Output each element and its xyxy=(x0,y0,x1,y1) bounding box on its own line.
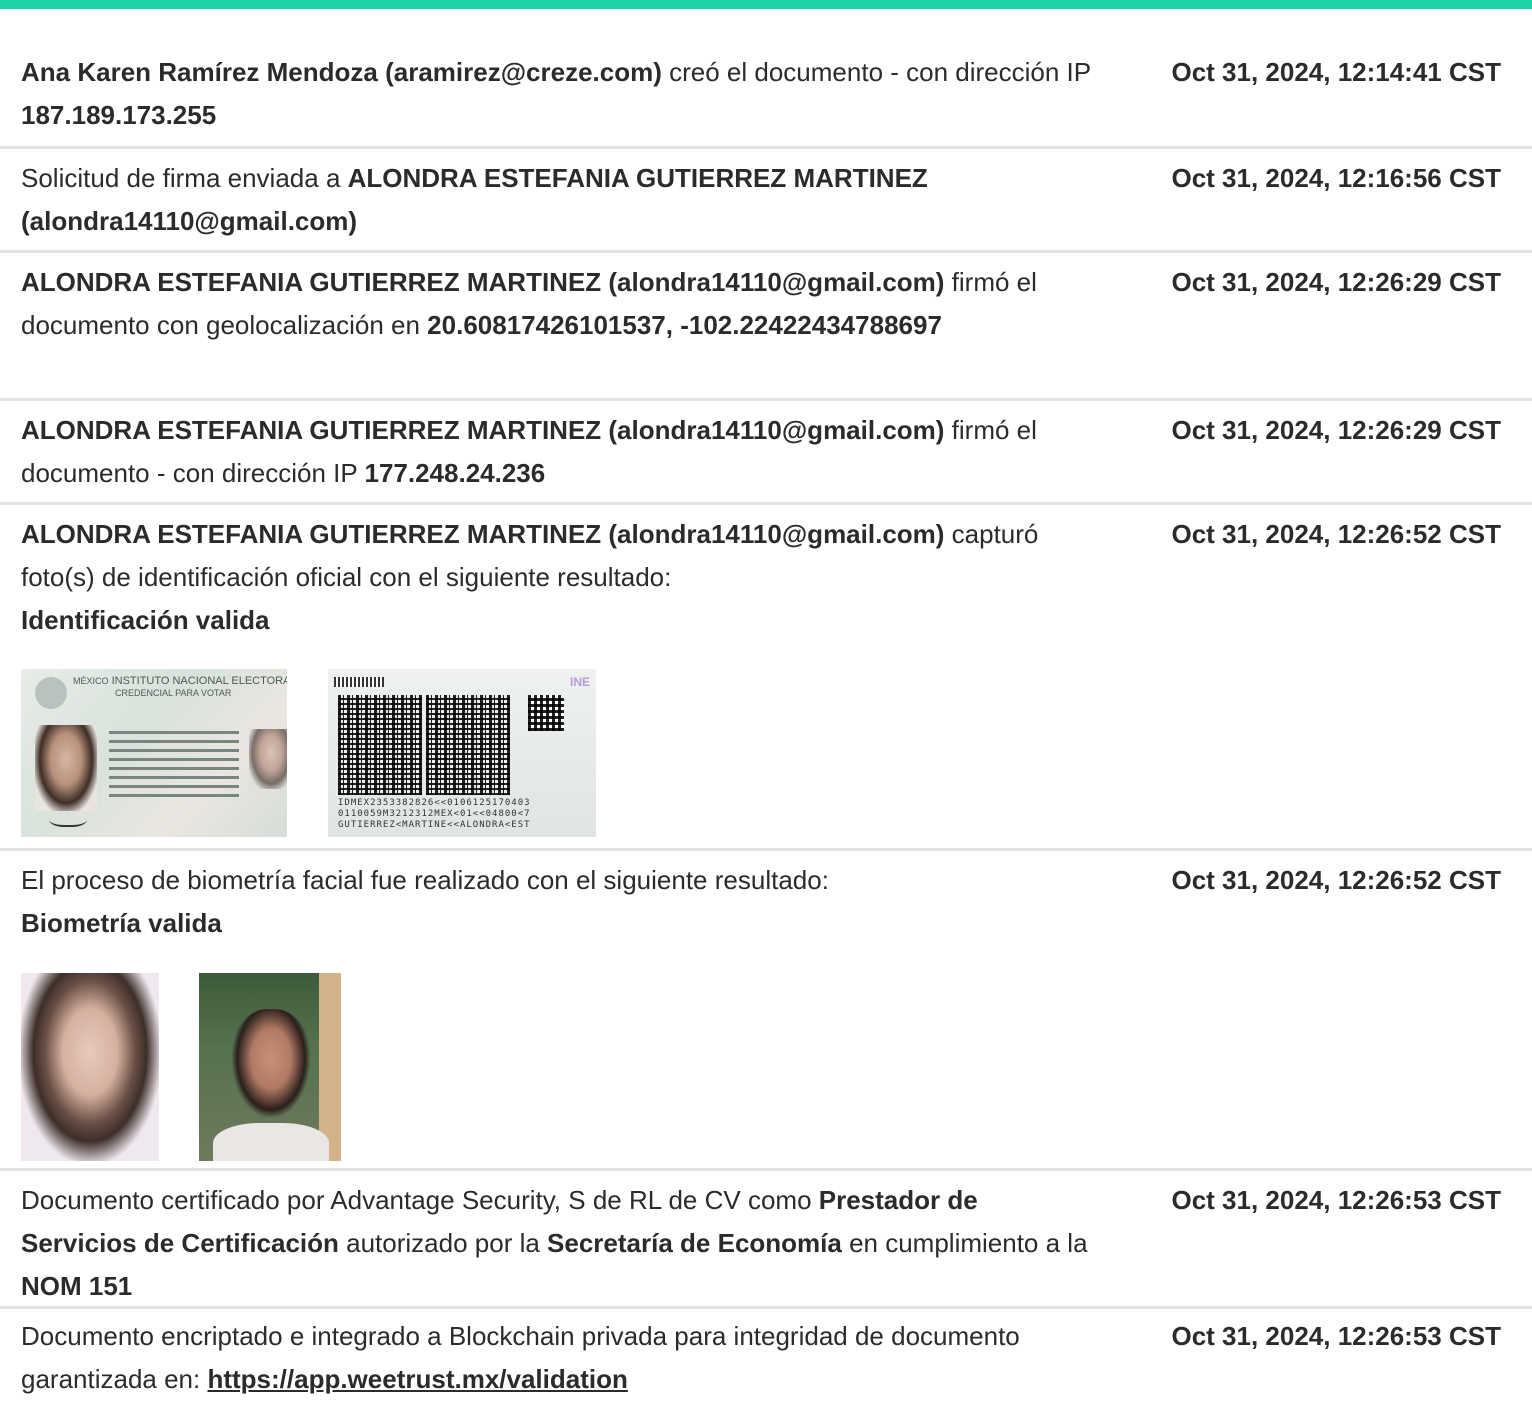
log-entry-biometrics: El proceso de biometría facial fue reali… xyxy=(0,851,1532,1171)
log-entry-signed-geolocation: ALONDRA ESTEFANIA GUTIERREZ MARTINEZ (al… xyxy=(0,253,1532,401)
bold-segment: Biometría valida xyxy=(21,908,222,938)
text-segment: Solicitud de firma enviada a xyxy=(21,163,348,193)
qr-code-right xyxy=(426,695,510,795)
log-entry-certified: Documento certificado por Advantage Secu… xyxy=(0,1171,1532,1309)
log-entry-signed-ip: ALONDRA ESTEFANIA GUTIERREZ MARTINEZ (al… xyxy=(0,401,1532,505)
log-entry-signature-request: Solicitud de firma enviada a ALONDRA EST… xyxy=(0,149,1532,253)
entry-description: ALONDRA ESTEFANIA GUTIERREZ MARTINEZ (al… xyxy=(21,513,1096,642)
text-segment: creó el documento - con dirección IP xyxy=(661,57,1091,87)
bold-segment: ALONDRA ESTEFANIA GUTIERREZ MARTINEZ (al… xyxy=(21,415,945,445)
entry-description: Documento encriptado e integrado a Block… xyxy=(21,1315,1096,1401)
signature-mark xyxy=(49,809,87,827)
text-segment: Documento certificado por Advantage Secu… xyxy=(21,1185,819,1215)
entry-timestamp: Oct 31, 2024, 12:26:52 CST xyxy=(1171,519,1501,549)
id-portrait-photo xyxy=(35,725,97,811)
text-segment: autorizado por la xyxy=(338,1228,548,1258)
id-face-photo xyxy=(21,973,159,1161)
selfie-photo xyxy=(199,973,341,1161)
entry-description: ALONDRA ESTEFANIA GUTIERREZ MARTINEZ (al… xyxy=(21,261,1096,347)
bold-segment: Secretaría de Economía xyxy=(547,1228,842,1258)
bold-segment: Ana Karen Ramírez Mendoza (aramirez@crez… xyxy=(21,57,662,87)
id-card-back-image: INE IDMEX2353382826<<0106125170403 01100… xyxy=(328,669,596,837)
bold-segment: Identificación valida xyxy=(21,605,270,635)
text-segment: El proceso de biometría facial fue reali… xyxy=(21,865,829,895)
bold-segment: ALONDRA ESTEFANIA GUTIERREZ MARTINEZ (al… xyxy=(21,519,945,549)
entry-description: Documento certificado por Advantage Secu… xyxy=(21,1179,1096,1308)
entry-timestamp: Oct 31, 2024, 12:16:56 CST xyxy=(1171,163,1501,193)
ine-logo: INE xyxy=(569,675,590,689)
qr-code-left xyxy=(338,695,422,795)
bold-segment: 20.60817426101537, -102.22422434788697 xyxy=(427,310,942,340)
id-ghost-photo xyxy=(249,729,287,789)
barcode-icon xyxy=(334,677,384,687)
mrz-text: IDMEX2353382826<<0106125170403 0110059M3… xyxy=(338,798,531,830)
entry-description: ALONDRA ESTEFANIA GUTIERREZ MARTINEZ (al… xyxy=(21,409,1096,495)
log-entry-created: Ana Karen Ramírez Mendoza (aramirez@crez… xyxy=(0,45,1532,149)
entry-description: El proceso de biometría facial fue reali… xyxy=(21,859,1096,945)
audit-log: Ana Karen Ramírez Mendoza (aramirez@crez… xyxy=(0,45,1532,1419)
id-text-lines xyxy=(109,725,239,803)
id-card-front-image: MÉXICO INSTITUTO NACIONAL ELECTORAL CRED… xyxy=(21,669,287,837)
bold-segment: NOM 151 xyxy=(21,1271,133,1301)
text-segment: en cumplimiento a la xyxy=(841,1228,1088,1258)
bold-segment: 177.248.24.236 xyxy=(364,458,546,488)
id-card-header: MÉXICO INSTITUTO NACIONAL ELECTORAL CRED… xyxy=(73,675,287,698)
entry-timestamp: Oct 31, 2024, 12:26:29 CST xyxy=(1171,267,1501,297)
bold-segment: 187.189.173.255 xyxy=(21,100,217,130)
bold-segment: ALONDRA ESTEFANIA GUTIERREZ MARTINEZ (al… xyxy=(21,267,945,297)
entry-description: Solicitud de firma enviada a ALONDRA EST… xyxy=(21,157,1096,243)
entry-timestamp: Oct 31, 2024, 12:26:52 CST xyxy=(1171,865,1501,895)
validation-link[interactable]: https://app.weetrust.mx/validation xyxy=(207,1364,627,1394)
entry-timestamp: Oct 31, 2024, 12:26:29 CST xyxy=(1171,415,1501,445)
qr-code-small xyxy=(528,695,564,731)
entry-timestamp: Oct 31, 2024, 12:26:53 CST xyxy=(1171,1185,1501,1215)
accent-top-bar xyxy=(0,0,1532,9)
log-entry-blockchain: Documento encriptado e integrado a Block… xyxy=(0,1309,1532,1419)
entry-timestamp: Oct 31, 2024, 12:26:53 CST xyxy=(1171,1321,1501,1351)
seal-icon xyxy=(35,677,67,709)
entry-description: Ana Karen Ramírez Mendoza (aramirez@crez… xyxy=(21,51,1096,137)
log-entry-id-capture: ALONDRA ESTEFANIA GUTIERREZ MARTINEZ (al… xyxy=(0,505,1532,851)
entry-timestamp: Oct 31, 2024, 12:14:41 CST xyxy=(1171,57,1501,87)
